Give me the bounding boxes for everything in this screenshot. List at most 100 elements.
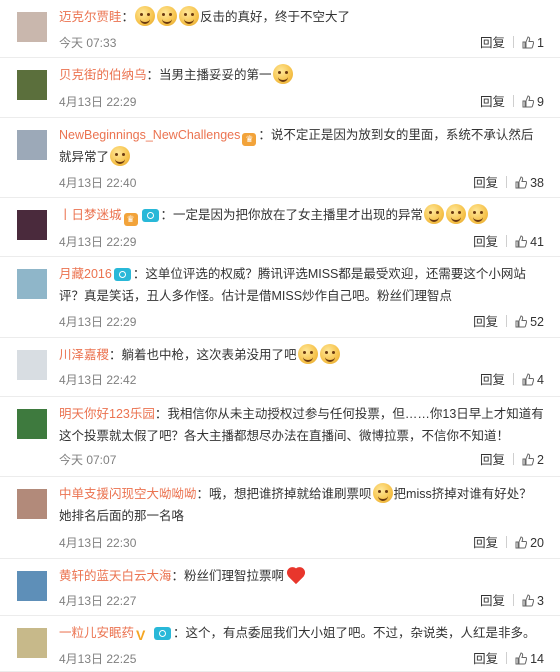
avatar[interactable] bbox=[17, 628, 47, 658]
avatar[interactable] bbox=[17, 269, 47, 299]
like-button[interactable]: 2 bbox=[522, 453, 544, 467]
comment-actions: 回复 2 bbox=[480, 451, 544, 469]
like-button[interactable]: 41 bbox=[515, 235, 544, 249]
like-count: 4 bbox=[537, 373, 544, 387]
username-link[interactable]: 川泽嘉稷 bbox=[59, 348, 109, 362]
avatar[interactable] bbox=[17, 350, 47, 380]
reply-button[interactable]: 回复 bbox=[473, 536, 498, 550]
username-link[interactable]: 中单支援闪现空大呦呦呦 bbox=[59, 487, 197, 501]
reply-button[interactable]: 回复 bbox=[480, 36, 505, 50]
avatar[interactable] bbox=[17, 130, 47, 160]
vip-badge-icon[interactable]: ♛ bbox=[242, 133, 257, 146]
smile-emoji-icon bbox=[179, 6, 200, 26]
comment-meta: 4月13日 22:42 回复 4 bbox=[59, 371, 544, 389]
avatar-image bbox=[17, 409, 47, 439]
comment-meta: 4月13日 22:29 回复 52 bbox=[59, 313, 544, 331]
username-link[interactable]: 迈克尔贾眭 bbox=[59, 10, 122, 24]
comment-meta: 4月13日 22:25 回复 14 bbox=[59, 650, 544, 668]
avatar-image bbox=[17, 70, 47, 100]
comment-actions: 回复 20 bbox=[473, 534, 544, 552]
like-button[interactable]: 38 bbox=[515, 176, 544, 190]
username-link[interactable]: 丨日梦迷城 bbox=[59, 208, 122, 222]
thumbs-up-icon bbox=[522, 95, 535, 108]
thumbs-up-icon bbox=[522, 594, 535, 607]
comment-text: 黄轩的蓝天白云大海：粉丝们理智拉票啊 bbox=[59, 565, 544, 587]
comment-body: 这个，有点委屈我们大小姐了吧。不过，杂说类，人红是非多。 bbox=[185, 626, 536, 640]
comment-actions: 回复 3 bbox=[480, 592, 544, 610]
action-divider bbox=[513, 373, 515, 385]
grin-emoji-icon bbox=[110, 146, 131, 166]
comment-item: 迈克尔贾眭： 反击的真好，终于不空大了 今天 07:33 回复 1 bbox=[0, 0, 560, 58]
username-link[interactable]: 一粒儿安眠药 bbox=[59, 626, 134, 640]
timestamp: 4月13日 22:29 bbox=[59, 235, 137, 249]
avatar-image bbox=[17, 12, 47, 42]
avatar-image bbox=[17, 130, 47, 160]
avatar-image bbox=[17, 489, 47, 519]
avatar[interactable] bbox=[17, 409, 47, 439]
smile-emoji-icon bbox=[157, 6, 178, 26]
camera-badge-icon[interactable] bbox=[141, 209, 159, 222]
timestamp: 4月13日 22:30 bbox=[59, 536, 137, 550]
comment-text: 迈克尔贾眭： 反击的真好，终于不空大了 bbox=[59, 6, 544, 28]
comment-item: 明天你好123乐园：我相信你从未主动授权过参与任何投票，但……你13日早上才知道… bbox=[0, 397, 560, 477]
reply-button[interactable]: 回复 bbox=[480, 95, 505, 109]
action-divider bbox=[513, 594, 515, 606]
timestamp: 4月13日 22:27 bbox=[59, 594, 137, 608]
comment-body: 反击的真好，终于不空大了 bbox=[200, 10, 351, 24]
avatar[interactable] bbox=[17, 70, 47, 100]
thumbs-up-icon bbox=[515, 176, 528, 189]
reply-button[interactable]: 回复 bbox=[473, 235, 498, 249]
username-link[interactable]: 黄轩的蓝天白云大海 bbox=[59, 569, 172, 583]
colon-separator: ： bbox=[173, 626, 186, 640]
comment-text: 一粒儿安眠药 V ：这个，有点委屈我们大小姐了吧。不过，杂说类，人红是非多。 bbox=[59, 622, 544, 646]
comment-actions: 回复 52 bbox=[473, 313, 544, 331]
action-divider bbox=[506, 652, 508, 664]
reply-button[interactable]: 回复 bbox=[480, 453, 505, 467]
reply-button[interactable]: 回复 bbox=[480, 373, 505, 387]
reply-button[interactable]: 回复 bbox=[480, 594, 505, 608]
colon-separator: ： bbox=[258, 128, 271, 142]
vip-badge-icon[interactable]: ♛ bbox=[123, 213, 138, 226]
comment-actions: 回复 4 bbox=[480, 371, 544, 389]
comment-item: 中单支援闪现空大呦呦呦：哦，想把谁挤掉就给谁刷票呗 把miss挤掉对谁有好处？她排… bbox=[0, 477, 560, 559]
like-count: 9 bbox=[537, 95, 544, 109]
comment-text: 川泽嘉稷：躺着也中枪，这次表弟没用了吧 bbox=[59, 344, 544, 366]
comment-body: 哦，想把谁挤掉就给谁刷票呗 bbox=[209, 487, 372, 501]
like-count: 1 bbox=[537, 36, 544, 50]
grin-emoji-icon bbox=[372, 483, 393, 503]
comment-text: 贝克街的伯纳乌：当男主播妥妥的第一 bbox=[59, 64, 544, 86]
username-link[interactable]: 贝克街的伯纳乌 bbox=[59, 68, 147, 82]
like-button[interactable]: 9 bbox=[522, 95, 544, 109]
reply-button[interactable]: 回复 bbox=[473, 652, 498, 666]
avatar[interactable] bbox=[17, 210, 47, 240]
comment-meta: 4月13日 22:40 回复 38 bbox=[59, 174, 544, 192]
camera-badge-icon[interactable] bbox=[154, 627, 172, 640]
comment-actions: 回复 1 bbox=[480, 34, 544, 52]
like-button[interactable]: 52 bbox=[515, 315, 544, 329]
camera-badge-icon[interactable] bbox=[113, 268, 131, 281]
like-button[interactable]: 14 bbox=[515, 652, 544, 666]
like-button[interactable]: 3 bbox=[522, 594, 544, 608]
username-link[interactable]: 明天你好123乐园 bbox=[59, 407, 155, 421]
smile-emoji-icon bbox=[135, 6, 156, 26]
like-count: 3 bbox=[537, 594, 544, 608]
avatar-image bbox=[17, 571, 47, 601]
like-button[interactable]: 4 bbox=[522, 373, 544, 387]
timestamp: 4月13日 22:42 bbox=[59, 373, 137, 387]
comment-body: 躺着也中枪，这次表弟没用了吧 bbox=[121, 348, 297, 362]
username-link[interactable]: 月藏2016 bbox=[59, 267, 112, 281]
avatar[interactable] bbox=[17, 571, 47, 601]
username-link[interactable]: NewBeginnings_NewChallenges bbox=[59, 128, 240, 142]
avatar[interactable] bbox=[17, 12, 47, 42]
action-divider bbox=[506, 235, 508, 247]
grin-emoji-icon bbox=[424, 204, 445, 224]
thumbs-up-icon bbox=[515, 652, 528, 665]
reply-button[interactable]: 回复 bbox=[473, 315, 498, 329]
like-button[interactable]: 20 bbox=[515, 536, 544, 550]
avatar[interactable] bbox=[17, 489, 47, 519]
verified-v-icon[interactable]: V bbox=[136, 624, 150, 646]
colon-separator: ： bbox=[171, 569, 185, 583]
reply-button[interactable]: 回复 bbox=[473, 176, 498, 190]
like-button[interactable]: 1 bbox=[522, 36, 544, 50]
timestamp: 4月13日 22:29 bbox=[59, 315, 137, 329]
